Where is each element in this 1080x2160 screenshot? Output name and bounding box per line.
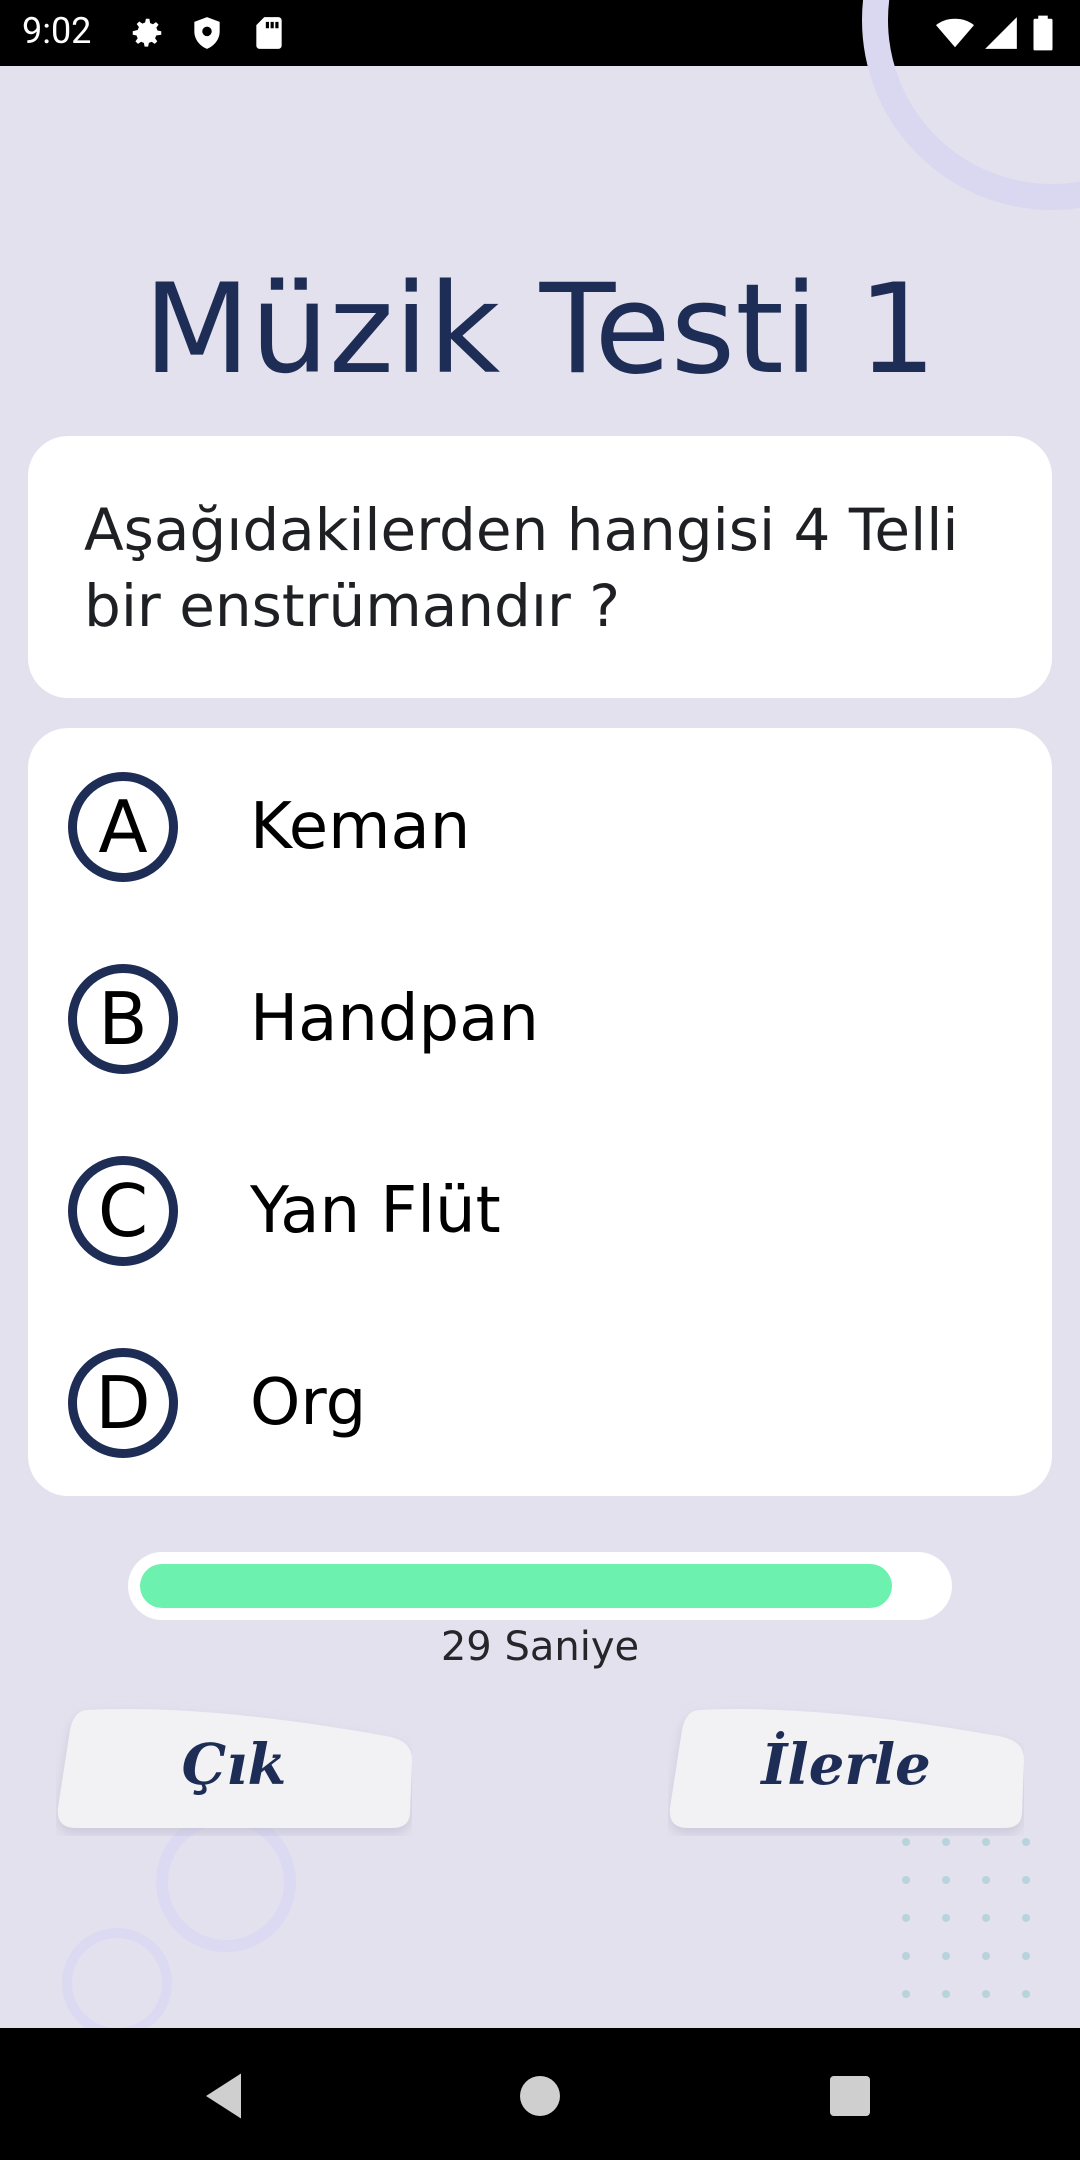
option-label: Org — [250, 1366, 367, 1440]
answers-card: A Keman B Handpan C Yan Flüt D Org — [28, 728, 1052, 1496]
recents-icon[interactable] — [820, 2066, 880, 2126]
exit-button-label: Çık — [181, 1732, 287, 1798]
answer-option-c[interactable]: C Yan Flüt — [68, 1152, 1008, 1272]
timer-label: 29 Saniye — [440, 1624, 640, 1670]
next-button[interactable]: İlerle — [668, 1700, 1024, 1836]
gear-icon — [132, 18, 162, 47]
option-label: Handpan — [250, 982, 539, 1056]
home-icon[interactable] — [510, 2066, 570, 2126]
option-letter-badge: C — [68, 1156, 178, 1266]
next-button-label: İlerle — [761, 1732, 931, 1798]
timer-progress-bar — [128, 1552, 952, 1620]
sd-card-icon — [256, 17, 282, 49]
decorative-dot-grid — [902, 1838, 1030, 1998]
option-letter-badge: D — [68, 1348, 178, 1458]
navigation-bar — [0, 2028, 1080, 2160]
answer-option-b[interactable]: B Handpan — [68, 960, 1008, 1080]
exit-button[interactable]: Çık — [56, 1700, 412, 1836]
answer-option-a[interactable]: A Keman — [68, 768, 1008, 888]
shield-icon — [194, 17, 220, 49]
decorative-ring-small — [62, 1928, 172, 2038]
answer-option-d[interactable]: D Org — [68, 1344, 1008, 1464]
option-label: Keman — [250, 790, 471, 864]
page-title: Müzik Testi 1 — [143, 258, 937, 402]
option-label: Yan Flüt — [250, 1174, 501, 1248]
timer-progress-fill — [140, 1564, 892, 1608]
back-icon[interactable] — [196, 2066, 256, 2126]
option-letter-badge: A — [68, 772, 178, 882]
decorative-ring-top — [862, 0, 1080, 210]
status-time: 9:02 — [22, 10, 92, 52]
option-letter-badge: B — [68, 964, 178, 1074]
app-screen: 9:02 Müzik Testi 1 Aşağıdakilerden hangi… — [0, 0, 1080, 2160]
question-card: Aşağıdakilerden hangisi 4 Telli bir enst… — [28, 436, 1052, 698]
question-text: Aşağıdakilerden hangisi 4 Telli bir enst… — [84, 496, 959, 640]
